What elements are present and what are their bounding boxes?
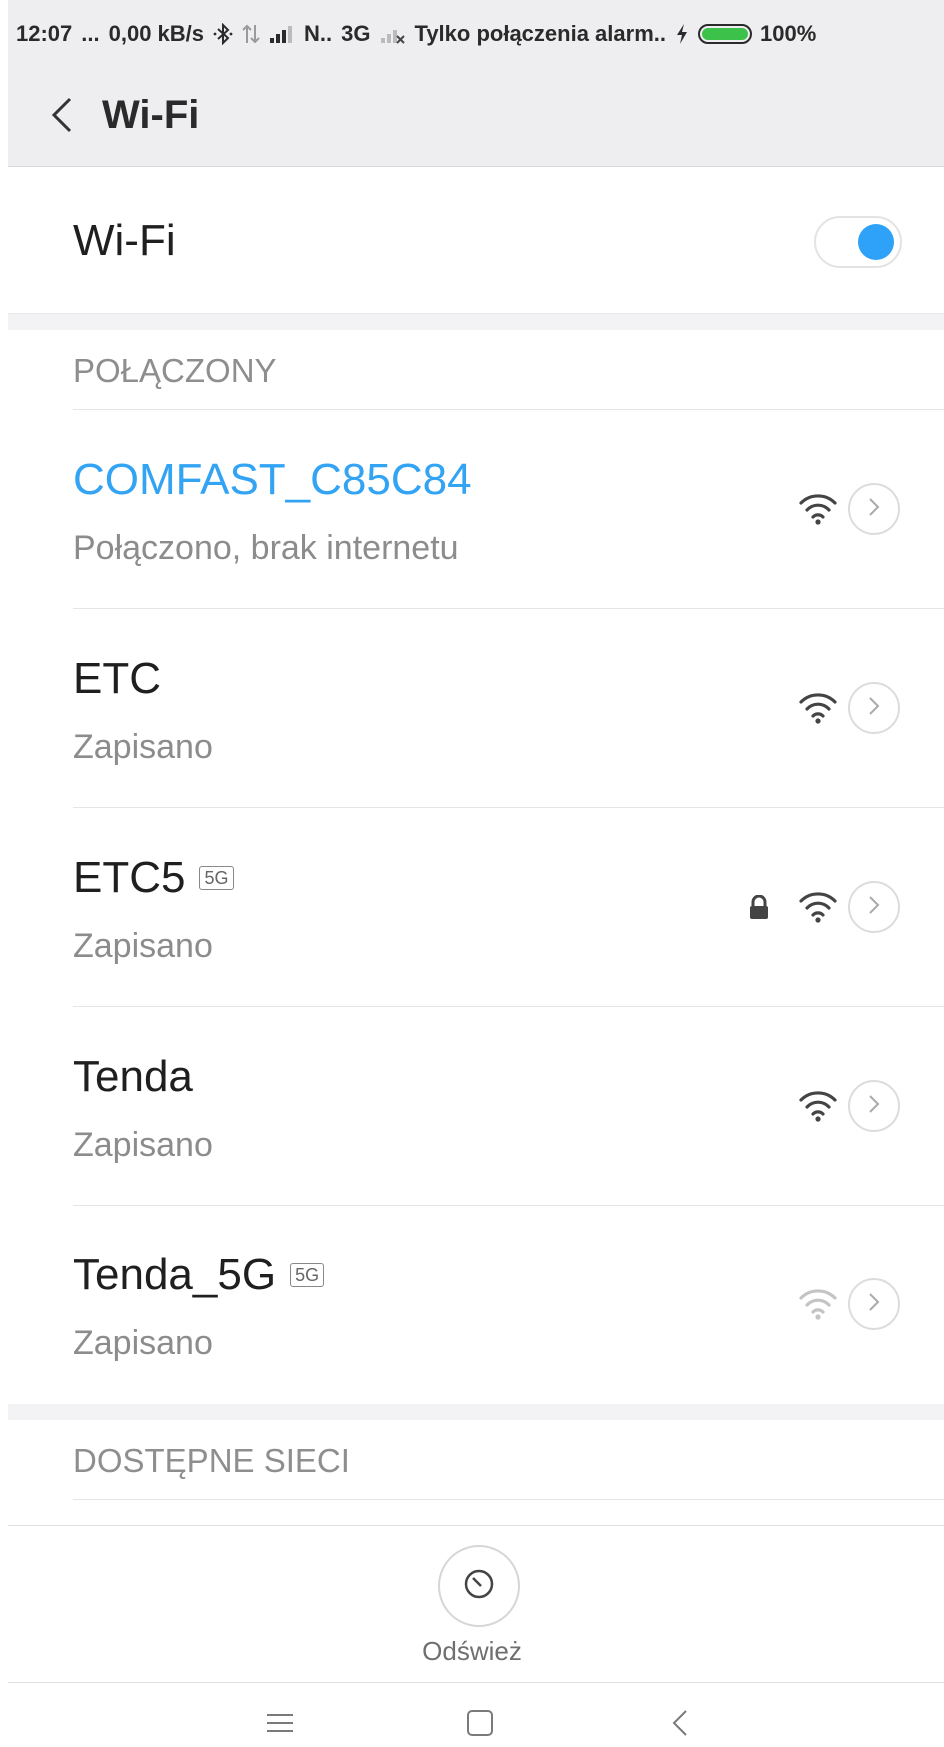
network-row[interactable]: COMFAST_C85C84 Połączono, brak internetu [8, 411, 944, 609]
wifi-signal-icon [798, 1088, 838, 1124]
divider [73, 409, 944, 410]
section-title-available: DOSTĘPNE SIECI [73, 1442, 350, 1479]
status-carrier: N.. [304, 21, 333, 46]
wifi-signal-icon [798, 690, 838, 726]
toggle-knob [858, 224, 894, 260]
back-icon[interactable] [660, 1703, 700, 1743]
wifi-signal-icon [798, 1286, 838, 1322]
status-dots: ... [81, 21, 100, 46]
page-title: Wi-Fi [102, 92, 200, 137]
charging-icon [675, 23, 689, 45]
status-data-rate: 0,00 kB/s [108, 21, 205, 46]
section-header-connected: POŁĄCZONY [8, 330, 944, 410]
status-network-type: 3G [341, 21, 371, 46]
chevron-right-icon [868, 497, 880, 522]
chevron-left-icon[interactable] [38, 91, 86, 139]
chevron-right-icon [868, 1094, 880, 1119]
badge-5g: 5G [199, 866, 234, 890]
refresh-button[interactable] [438, 1545, 520, 1627]
network-details-button[interactable] [848, 1080, 900, 1132]
wifi-signal-icon [798, 889, 838, 925]
status-battery-percent: 100% [759, 21, 817, 46]
home-icon[interactable] [460, 1703, 500, 1743]
section-title-connected: POŁĄCZONY [73, 352, 277, 389]
menu-icon[interactable] [260, 1703, 300, 1743]
status-bar: 12:07 ... 0,00 kB/s N.. 3G Tylko połącze… [16, 14, 944, 54]
wifi-toggle-label: Wi-Fi [73, 216, 176, 265]
wifi-toggle-switch[interactable] [814, 216, 902, 268]
wifi-toggle-row[interactable]: Wi-Fi [8, 168, 944, 314]
refresh-icon [462, 1567, 496, 1606]
badge-5g: 5G [290, 1263, 325, 1287]
network-name: ETC [73, 654, 161, 703]
chevron-right-icon [868, 895, 880, 920]
network-name: COMFAST_C85C84 [73, 455, 472, 504]
refresh-label: Odśwież [422, 1636, 522, 1666]
network-row[interactable]: Tenda_5G 5G Zapisano [8, 1206, 944, 1404]
network-details-button[interactable] [848, 682, 900, 734]
navigation-bar [8, 1682, 944, 1747]
network-name: Tenda_5G 5G [73, 1250, 325, 1300]
network-details-button[interactable] [848, 483, 900, 535]
network-status: Zapisano [73, 1126, 213, 1164]
network-status: Zapisano [73, 1324, 213, 1362]
wifi-settings-screen: 12:07 ... 0,00 kB/s N.. 3G Tylko połącze… [0, 0, 944, 1747]
signal-icon [269, 24, 295, 44]
status-carrier-message: Tylko połączenia alarm.. [414, 21, 666, 46]
network-status: Zapisano [73, 728, 213, 766]
battery-icon [697, 24, 752, 44]
network-name: Tenda [73, 1052, 193, 1101]
network-status: Zapisano [73, 927, 213, 965]
network-row[interactable]: Tenda Zapisano [8, 1008, 944, 1206]
section-header-available: DOSTĘPNE SIECI [8, 1420, 944, 1500]
divider [8, 1525, 944, 1526]
lock-icon [748, 894, 770, 921]
network-name: ETC5 5G [73, 853, 234, 903]
status-time: 12:07 [16, 21, 73, 46]
divider [73, 608, 944, 609]
network-row[interactable]: ETC5 5G Zapisano [8, 809, 944, 1007]
network-details-button[interactable] [848, 881, 900, 933]
section-gap [8, 1404, 944, 1420]
network-status: Połączono, brak internetu [73, 529, 459, 567]
bluetooth-icon [213, 23, 233, 45]
divider [73, 807, 944, 808]
network-details-button[interactable] [848, 1278, 900, 1330]
chevron-right-icon [868, 1292, 880, 1317]
network-row[interactable]: ETC Zapisano [8, 610, 944, 808]
data-arrows-icon [242, 23, 260, 45]
divider [73, 1006, 944, 1007]
section-gap [8, 314, 944, 330]
page-header: Wi-Fi [8, 80, 944, 150]
wifi-signal-icon [798, 491, 838, 527]
divider [73, 1499, 944, 1500]
chevron-right-icon [868, 696, 880, 721]
signal-no-service-icon [380, 24, 406, 44]
